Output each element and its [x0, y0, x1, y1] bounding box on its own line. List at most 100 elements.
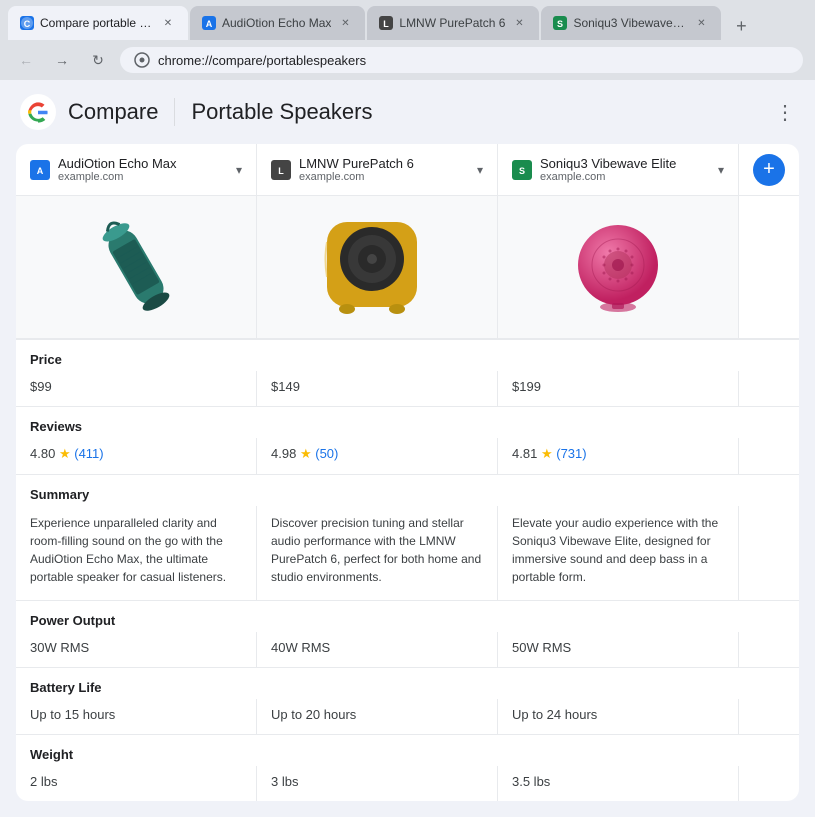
- page-title: Portable Speakers: [191, 99, 372, 125]
- forward-button[interactable]: →: [48, 46, 76, 74]
- tab-favicon-3: L: [379, 16, 393, 30]
- reviews-row: 4.80 ★ (411) 4.98 ★ (50) 4.81 ★ (731): [16, 438, 799, 474]
- product-name-3: Soniqu3 Vibewave Elite: [540, 156, 710, 171]
- svg-text:C: C: [24, 19, 31, 29]
- weight-cell-2: 3 lbs: [257, 766, 498, 801]
- star-icon-1: ★: [59, 446, 74, 461]
- tab-close-3[interactable]: ✕: [511, 15, 527, 31]
- product-info-1: AudiOtion Echo Max example.com: [58, 156, 228, 183]
- tab-favicon-4: S: [553, 16, 567, 30]
- tab-bar: C Compare portable speake… ✕ A AudiOtion…: [0, 0, 815, 40]
- power-label: Power Output: [16, 600, 799, 632]
- add-product-col: +: [739, 144, 799, 195]
- tab-close-2[interactable]: ✕: [337, 15, 353, 31]
- summary-cell-add: [739, 506, 799, 600]
- svg-text:A: A: [206, 19, 213, 29]
- review-link-1[interactable]: (411): [74, 446, 103, 461]
- tab-favicon-1: C: [20, 16, 34, 30]
- star-icon-2: ★: [300, 446, 315, 461]
- url-text: chrome://compare/portablespeakers: [158, 53, 366, 68]
- price-label: Price: [16, 339, 799, 371]
- rating-3: 4.81: [512, 446, 537, 461]
- product-header-2: L LMNW PurePatch 6 example.com ▾: [257, 144, 498, 195]
- svg-text:L: L: [384, 19, 390, 29]
- summary-cell-1: Experience unparalleled clarity and room…: [16, 506, 257, 600]
- price-cell-2: $149: [257, 371, 498, 406]
- product-info-2: LMNW PurePatch 6 example.com: [299, 156, 469, 183]
- weight-cell-3: 3.5 lbs: [498, 766, 739, 801]
- summary-cell-3: Elevate your audio experience with the S…: [498, 506, 739, 600]
- tab-favicon-2: A: [202, 16, 216, 30]
- tab-close-4[interactable]: ✕: [693, 15, 709, 31]
- tab-close-1[interactable]: ✕: [160, 15, 176, 31]
- comparison-card: A AudiOtion Echo Max example.com ▾ L LMN…: [16, 144, 799, 801]
- product-name-2: LMNW PurePatch 6: [299, 156, 469, 171]
- rating-1: 4.80: [30, 446, 55, 461]
- battery-cell-3: Up to 24 hours: [498, 699, 739, 734]
- address-bar: ← → ↻ chrome://compare/portablespeakers: [0, 40, 815, 80]
- add-product-button[interactable]: +: [753, 154, 785, 186]
- tab-title-1: Compare portable speake…: [40, 16, 154, 30]
- reviews-cell-add: [739, 438, 799, 474]
- new-tab-button[interactable]: +: [727, 12, 755, 40]
- weight-label: Weight: [16, 734, 799, 766]
- tab-title-4: Soniqu3 Vibewave Elite: [573, 16, 687, 30]
- google-logo: [20, 94, 56, 130]
- battery-row: Up to 15 hours Up to 20 hours Up to 24 h…: [16, 699, 799, 734]
- reviews-cell-3: 4.81 ★ (731): [498, 438, 739, 474]
- product-image-2: [322, 217, 432, 317]
- reviews-cell-1: 4.80 ★ (411): [16, 438, 257, 474]
- power-section: Power Output 30W RMS 40W RMS 50W RMS: [16, 600, 799, 667]
- product-image-placeholder: [739, 196, 799, 338]
- review-link-2[interactable]: (50): [315, 446, 338, 461]
- summary-cell-2: Discover precision tuning and stellar au…: [257, 506, 498, 600]
- price-cell-add: [739, 371, 799, 406]
- browser-chrome: C Compare portable speake… ✕ A AudiOtion…: [0, 0, 815, 80]
- reviews-section: Reviews 4.80 ★ (411) 4.98 ★ (50) 4.81 ★ …: [16, 406, 799, 474]
- more-options-button[interactable]: ⋮: [775, 100, 795, 125]
- tab-audio[interactable]: A AudiOtion Echo Max ✕: [190, 6, 365, 40]
- power-row: 30W RMS 40W RMS 50W RMS: [16, 632, 799, 667]
- product-image-cell-2: [257, 196, 498, 338]
- svg-text:L: L: [278, 166, 284, 176]
- price-cell-1: $99: [16, 371, 257, 406]
- product-dropdown-3[interactable]: ▾: [718, 163, 724, 177]
- chrome-icon: [134, 52, 150, 68]
- weight-cell-1: 2 lbs: [16, 766, 257, 801]
- back-button[interactable]: ←: [12, 46, 40, 74]
- battery-cell-1: Up to 15 hours: [16, 699, 257, 734]
- tab-compare[interactable]: C Compare portable speake… ✕: [8, 6, 188, 40]
- svg-text:S: S: [557, 19, 563, 29]
- tab-lmnw[interactable]: L LMNW PurePatch 6 ✕: [367, 6, 539, 40]
- product-favicon-1: A: [30, 160, 50, 180]
- price-cell-3: $199: [498, 371, 739, 406]
- product-dropdown-1[interactable]: ▾: [236, 163, 242, 177]
- review-link-3[interactable]: (731): [556, 446, 586, 461]
- product-info-3: Soniqu3 Vibewave Elite example.com: [540, 156, 710, 183]
- url-bar[interactable]: chrome://compare/portablespeakers: [120, 47, 803, 73]
- products-header: A AudiOtion Echo Max example.com ▾ L LMN…: [16, 144, 799, 196]
- product-favicon-2: L: [271, 160, 291, 180]
- battery-section: Battery Life Up to 15 hours Up to 20 hou…: [16, 667, 799, 734]
- price-section: Price $99 $149 $199: [16, 339, 799, 406]
- product-image-1: [101, 212, 171, 322]
- battery-cell-2: Up to 20 hours: [257, 699, 498, 734]
- page-header: Compare Portable Speakers ⋮: [0, 80, 815, 144]
- compare-label: Compare: [68, 99, 158, 125]
- product-dropdown-2[interactable]: ▾: [477, 163, 483, 177]
- weight-section: Weight 2 lbs 3 lbs 3.5 lbs: [16, 734, 799, 801]
- product-header-1: A AudiOtion Echo Max example.com ▾: [16, 144, 257, 195]
- svg-text:S: S: [519, 166, 525, 176]
- power-cell-1: 30W RMS: [16, 632, 257, 667]
- tab-soniqu3[interactable]: S Soniqu3 Vibewave Elite ✕: [541, 6, 721, 40]
- product-image-cell-1: [16, 196, 257, 338]
- reload-button[interactable]: ↻: [84, 46, 112, 74]
- page: Compare Portable Speakers ⋮ A AudiOtion …: [0, 80, 815, 801]
- tab-title-2: AudiOtion Echo Max: [222, 16, 331, 30]
- battery-cell-add: [739, 699, 799, 734]
- reviews-cell-2: 4.98 ★ (50): [257, 438, 498, 474]
- product-image-3: [568, 217, 668, 317]
- battery-label: Battery Life: [16, 667, 799, 699]
- product-domain-2: example.com: [299, 171, 469, 183]
- summary-label: Summary: [16, 474, 799, 506]
